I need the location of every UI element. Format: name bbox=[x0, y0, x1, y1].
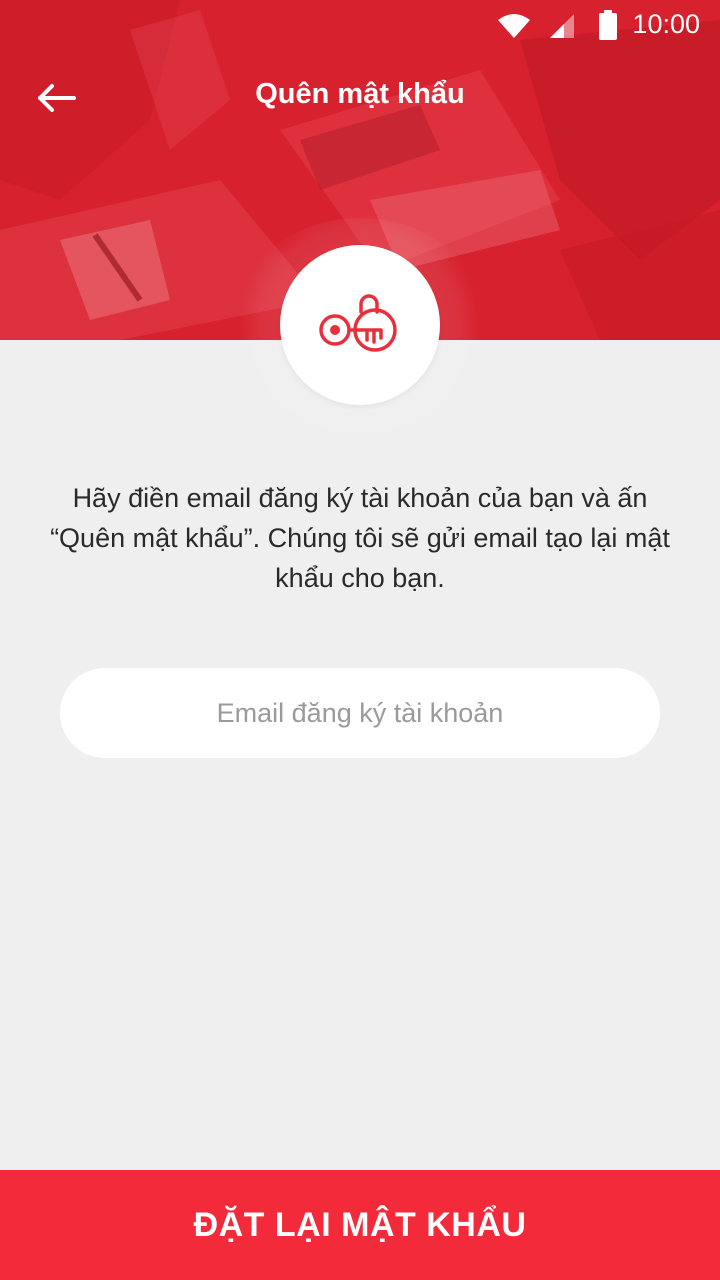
status-time: 10:00 bbox=[632, 9, 700, 39]
app-bar: Quên mật khẩu bbox=[0, 50, 720, 146]
status-bar: 10:00 bbox=[0, 0, 720, 50]
signal-icon bbox=[550, 14, 574, 38]
page-title: Quên mật khẩu bbox=[255, 78, 465, 110]
key-lock-icon bbox=[319, 294, 397, 352]
wifi-icon bbox=[498, 14, 530, 38]
email-field[interactable] bbox=[60, 668, 660, 758]
instructions-text: Hãy điền email đăng ký tài khoản của bạn… bbox=[50, 483, 670, 593]
battery-icon bbox=[599, 10, 617, 40]
forgot-password-screen: 10:00 Quên mật khẩu Hãy điền email đăng … bbox=[0, 0, 720, 1280]
reset-password-button[interactable]: ĐẶT LẠI MẬT KHẨU bbox=[0, 1170, 720, 1280]
key-lock-badge bbox=[280, 245, 440, 405]
